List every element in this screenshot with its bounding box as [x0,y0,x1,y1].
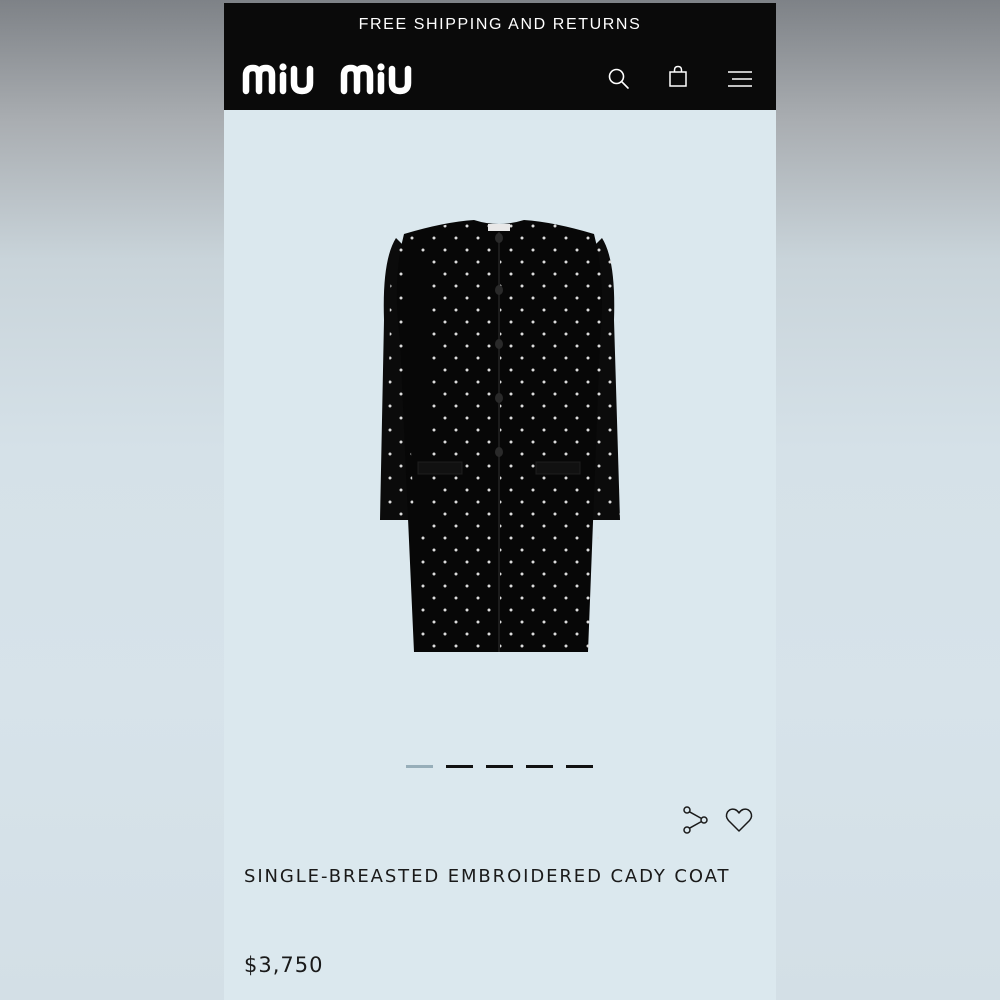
miu-miu-logo[interactable] [242,63,428,95]
carousel-dot[interactable] [526,765,553,768]
carousel-dot[interactable] [446,765,473,768]
promo-banner[interactable]: FREE SHIPPING AND RETURNS [224,16,776,34]
blurred-background-left [0,0,224,1000]
carousel-dot[interactable] [566,765,593,768]
product-image-gallery[interactable] [224,110,776,765]
share-icon[interactable] [680,805,710,835]
bag-icon[interactable] [666,64,692,90]
menu-icon[interactable] [727,66,753,92]
product-price: $3,750 [244,953,324,977]
search-icon[interactable] [606,66,632,92]
heart-icon[interactable] [724,805,754,835]
carousel-indicators [406,765,596,771]
carousel-dot[interactable] [486,765,513,768]
site-header: FREE SHIPPING AND RETURNS [224,3,776,110]
product-image [380,220,620,660]
blurred-background-right [776,0,1000,1000]
carousel-dot[interactable] [406,765,433,768]
product-title: SINGLE-BREASTED EMBROIDERED CADY COAT [244,866,731,887]
product-page: FREE SHIPPING AND RETURNS SINGLE-BREASTE… [224,3,776,1000]
